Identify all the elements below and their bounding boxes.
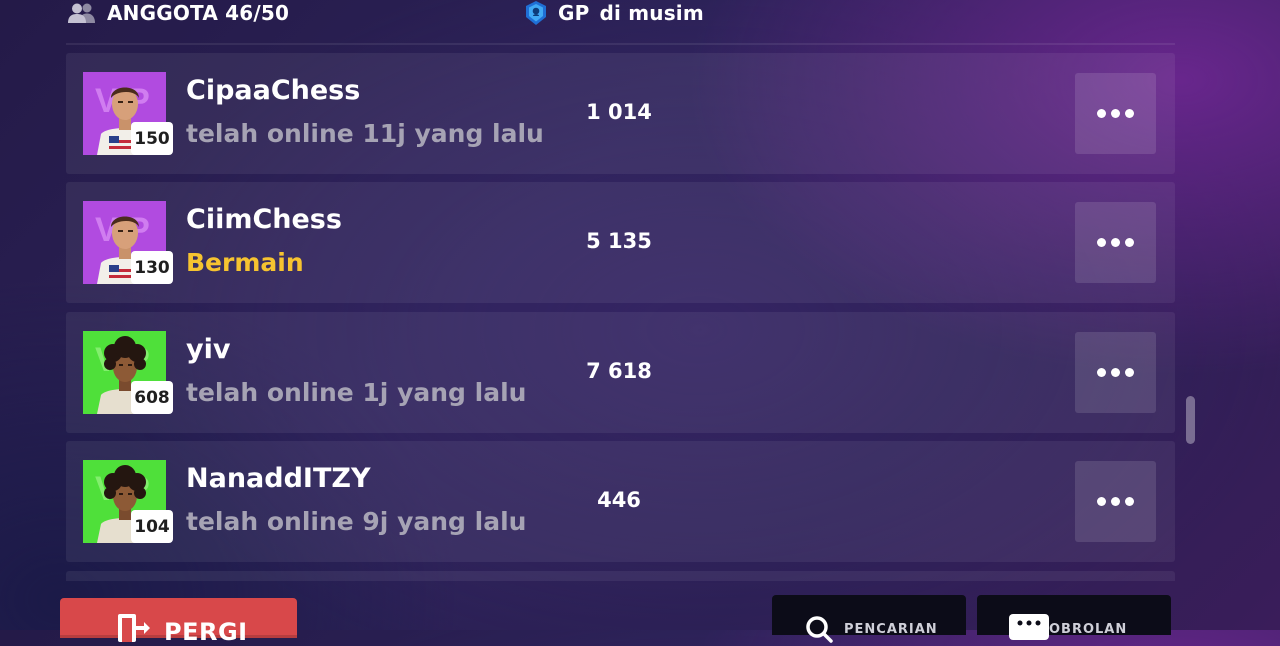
member-row[interactable]: VIP 104 NanaddITZY telah online 9j yang … [66,441,1175,562]
next-member-row-partial[interactable] [66,571,1175,581]
chat-button[interactable]: OBROLAN [977,595,1171,640]
more-options-button[interactable] [1075,332,1156,413]
member-gp: 7 618 [586,359,652,383]
more-options-button[interactable] [1075,202,1156,283]
member-gp: 446 [597,488,641,512]
level-badge: 150 [131,122,173,155]
people-icon [68,3,95,23]
more-dots-icon [1097,368,1106,377]
level-badge: 104 [131,510,173,543]
members-label: ANGGOTA 46/50 [107,1,290,25]
clan-members-header: ANGGOTA 46/50 GP di musim [0,0,1280,30]
more-options-button[interactable] [1075,461,1156,542]
member-row[interactable]: VIP 608 yiv telah online 1j yang lalu 7 … [66,312,1175,433]
more-dots-icon [1097,497,1106,506]
member-gp: 1 014 [586,100,652,124]
gp-shield-icon [526,1,546,25]
exit-door-icon [118,614,150,642]
leave-clan-button[interactable]: PERGI [60,598,297,646]
member-name[interactable]: NanaddITZY [186,463,371,494]
member-status: telah online 1j yang lalu [186,378,527,407]
more-options-button[interactable] [1075,73,1156,154]
season-label: di musim [599,1,704,25]
search-icon [806,616,833,643]
chat-icon [1009,614,1049,640]
search-button[interactable]: PENCARIAN [772,595,966,643]
member-row[interactable]: VIP 130 CiimChess Bermain 5 135 [66,182,1175,303]
member-status: telah online 9j yang lalu [186,507,527,536]
member-name[interactable]: CipaaChess [186,75,360,106]
level-badge: 130 [131,251,173,284]
members-count: ANGGOTA 46/50 [67,0,289,26]
member-gp: 5 135 [586,229,652,253]
scrollbar-thumb[interactable] [1186,396,1195,444]
gp-column-header: GP di musim [524,0,704,26]
leave-label: PERGI [164,618,248,646]
gp-label: GP [558,1,590,25]
more-dots-icon [1097,109,1106,118]
member-status: telah online 11j yang lalu [186,119,544,148]
member-name[interactable]: CiimChess [186,204,342,235]
member-name[interactable]: yiv [186,334,230,365]
member-row[interactable]: VIP 150 CipaaChess telah online 11j yang… [66,53,1175,174]
header-divider [66,43,1175,45]
member-status: Bermain [186,248,304,277]
more-dots-icon [1097,238,1106,247]
level-badge: 608 [131,381,173,414]
